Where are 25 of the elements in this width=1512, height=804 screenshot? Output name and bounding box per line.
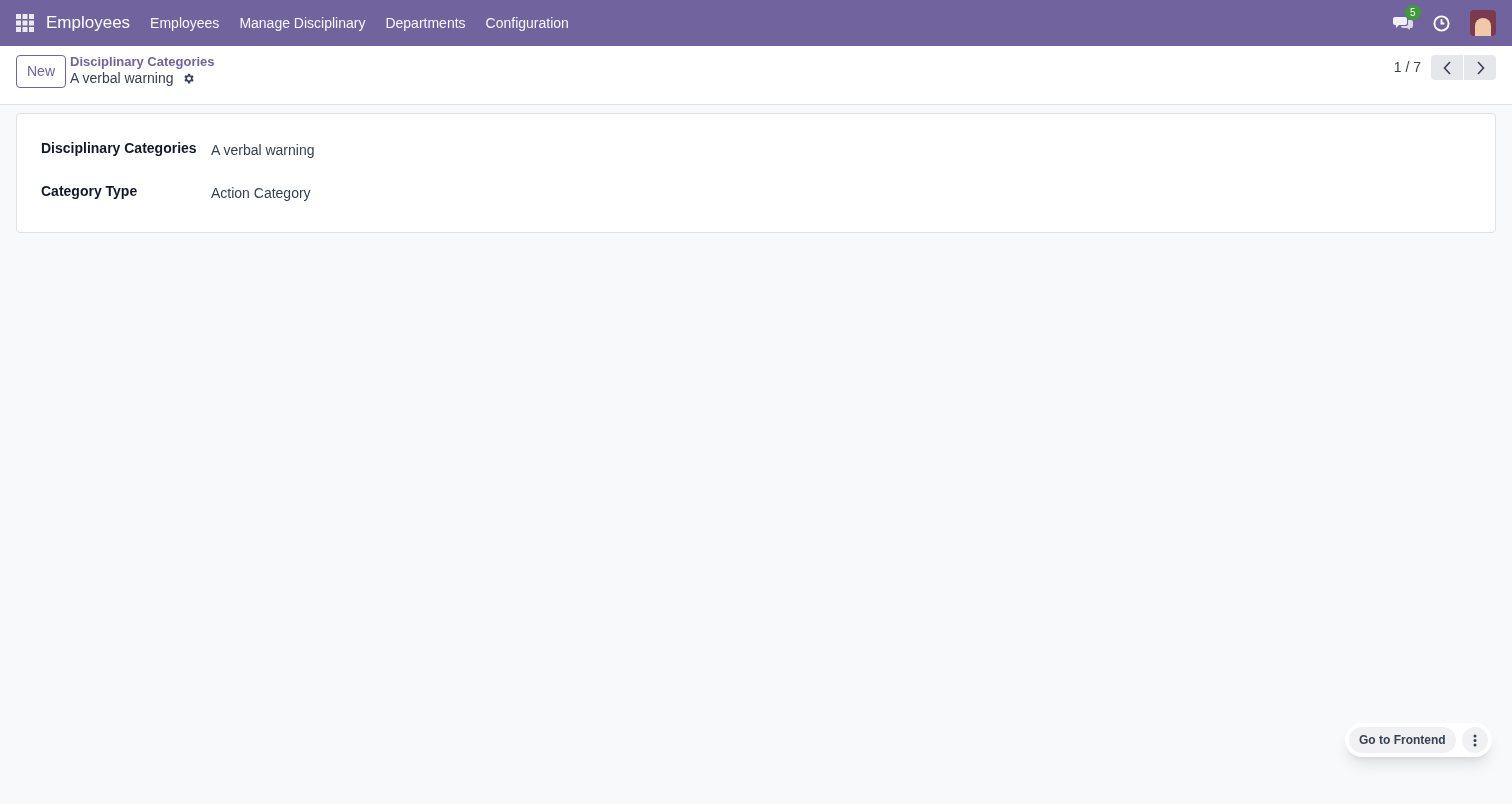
chat-icon[interactable] [1393, 15, 1413, 31]
menu-item[interactable]: Configuration [485, 12, 569, 34]
previous-button[interactable] [1431, 55, 1463, 80]
breadcrumb-link[interactable]: Disciplinary Categories [70, 54, 215, 70]
apps-grid-icon[interactable] [16, 14, 34, 32]
vertical-dots-icon [1472, 733, 1477, 747]
field-label: Category Type [41, 182, 139, 201]
field-label: Disciplinary Categories [41, 139, 198, 158]
menu-item[interactable]: Manage Disciplinary [239, 12, 366, 34]
more-options-button[interactable] [1461, 727, 1488, 753]
pager-value: 1 / 7 [1393, 58, 1421, 77]
next-button[interactable] [1464, 55, 1496, 80]
clock-icon[interactable] [1433, 14, 1450, 32]
field-value: Action Category [211, 184, 311, 203]
record-title: A verbal warning [70, 70, 174, 87]
go-to-frontend-button[interactable]: Go to Frontend [1349, 727, 1456, 753]
new-button[interactable]: New [16, 55, 66, 88]
menu-item[interactable]: Employees [150, 12, 220, 34]
app-title[interactable]: Employees [46, 10, 131, 36]
user-avatar[interactable] [1470, 10, 1496, 36]
menu-item[interactable]: Departments [385, 12, 466, 34]
field-value: A verbal warning [211, 141, 315, 160]
message-count-badge: 5 [1405, 5, 1421, 20]
chevron-left-icon [1442, 60, 1452, 75]
chevron-right-icon [1475, 60, 1485, 75]
